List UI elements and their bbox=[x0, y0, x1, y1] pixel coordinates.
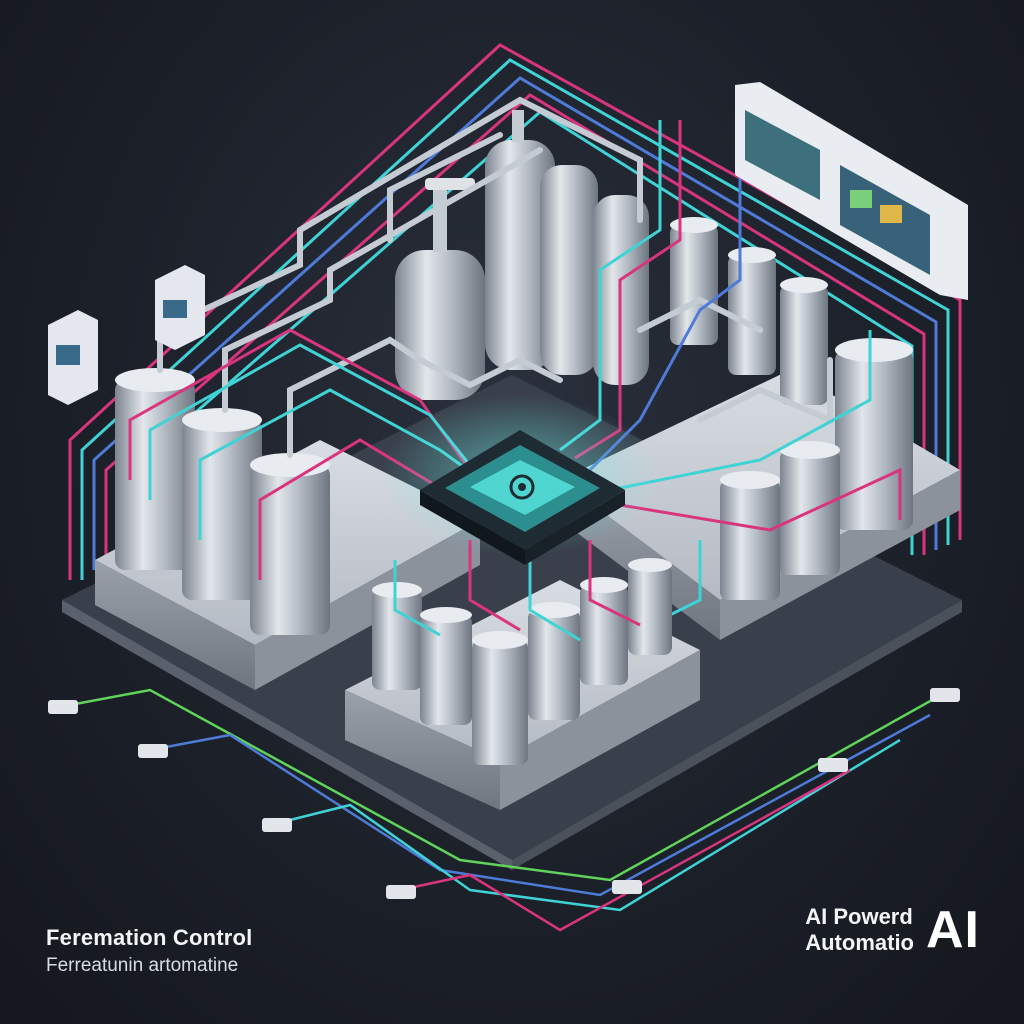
sensor-module-icon bbox=[262, 818, 292, 832]
fermentation-tank-icon bbox=[472, 631, 528, 765]
right-caption: AI Powerd Automatio AI bbox=[805, 900, 980, 960]
caption-title: Feremation Control bbox=[46, 925, 253, 950]
control-panel-icon bbox=[48, 310, 98, 405]
left-caption: Feremation Control Ferreatunin artomatin… bbox=[46, 925, 253, 977]
ai-caption-line-1: AI Powerd bbox=[805, 904, 913, 929]
fermentation-tank-icon bbox=[420, 607, 472, 725]
fermentation-automation-illustration bbox=[48, 43, 968, 932]
ai-caption-line-2: Automatio bbox=[805, 930, 914, 955]
fermentation-tank-icon bbox=[540, 165, 598, 375]
fermentation-tank-icon bbox=[528, 602, 580, 720]
control-panel-icon bbox=[155, 265, 205, 350]
fermentation-tank-icon bbox=[720, 471, 780, 600]
sensor-module-icon bbox=[48, 700, 78, 714]
fermentation-tank-icon bbox=[780, 441, 840, 575]
sensor-module-icon bbox=[612, 880, 642, 894]
fermentation-tank-icon bbox=[780, 277, 828, 405]
fermentation-tank-icon bbox=[372, 582, 422, 690]
sensor-module-icon bbox=[818, 758, 848, 772]
fermentation-tank-icon bbox=[628, 558, 672, 655]
ai-badge: AI bbox=[926, 901, 980, 959]
fermentation-tank-icon bbox=[728, 247, 776, 375]
caption-subtitle: Ferreatunin artomatine bbox=[46, 955, 239, 976]
sensor-module-icon bbox=[930, 688, 960, 702]
sensor-module-icon bbox=[138, 744, 168, 758]
fermentation-tank-icon bbox=[580, 577, 628, 685]
fermentation-tank-icon bbox=[670, 217, 718, 345]
sensor-module-icon bbox=[386, 885, 416, 899]
ai-caption-stack: AI Powerd Automatio bbox=[805, 904, 914, 956]
